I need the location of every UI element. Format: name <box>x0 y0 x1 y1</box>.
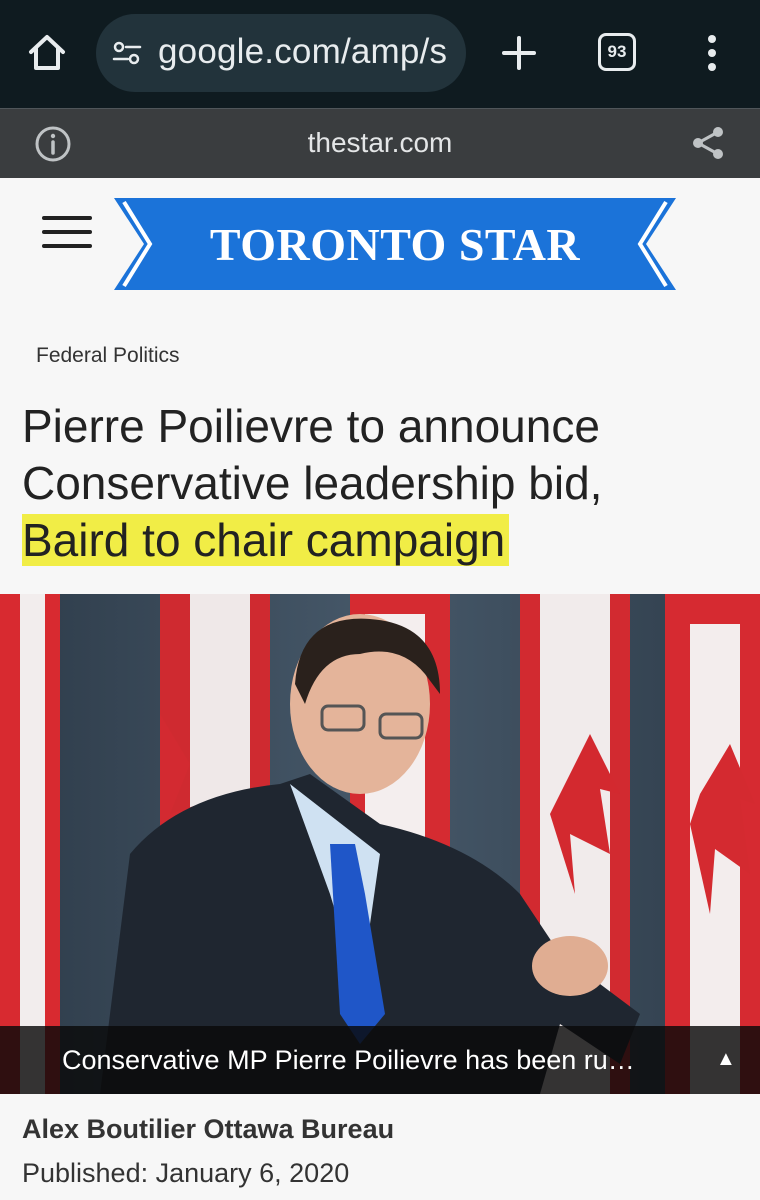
headline-line-2: Conservative leadership bid, <box>22 457 603 509</box>
home-button[interactable] <box>26 32 68 74</box>
hamburger-icon <box>42 216 92 220</box>
address-bar[interactable]: google.com/amp/s <box>96 14 466 92</box>
published-date: Published: January 6, 2020 <box>22 1158 350 1188</box>
hero-image[interactable]: Conservative MP Pierre Poilievre has bee… <box>0 594 760 1094</box>
headline-line-1: Pierre Poilievre to announce <box>22 400 600 452</box>
home-icon <box>29 35 65 70</box>
logo-text: TORONTO STAR <box>209 219 581 270</box>
article-headline: Pierre Poilievre to announce Conservativ… <box>22 398 742 569</box>
article-page: TORONTO STAR Federal Politics Pierre Poi… <box>0 178 760 1200</box>
url-text[interactable]: google.com/amp/s <box>158 32 456 72</box>
amp-site-bar: thestar.com <box>0 108 760 178</box>
section-label[interactable]: Federal Politics <box>36 344 180 368</box>
plus-icon <box>502 36 536 70</box>
caption-expand-icon[interactable]: ▲ <box>716 1048 736 1071</box>
share-icon <box>693 127 723 159</box>
browser-toolbar: google.com/amp/s 93 <box>0 0 760 108</box>
menu-button[interactable] <box>700 32 724 74</box>
site-domain: thestar.com <box>307 127 453 158</box>
nav-menu-button[interactable] <box>42 216 92 250</box>
image-caption-bar[interactable]: Conservative MP Pierre Poilievre has bee… <box>0 1026 760 1094</box>
share-button[interactable] <box>690 125 726 161</box>
headline-highlight: Baird to chair campaign <box>22 514 510 566</box>
new-tab-button[interactable] <box>498 32 540 74</box>
toronto-star-logo[interactable]: TORONTO STAR <box>114 198 676 290</box>
more-vert-icon <box>708 35 716 71</box>
tune-icon[interactable] <box>112 40 142 66</box>
author-byline[interactable]: Alex Boutilier Ottawa Bureau <box>22 1114 394 1145</box>
tab-switcher-button[interactable]: 93 <box>598 33 636 71</box>
image-caption: Conservative MP Pierre Poilievre has bee… <box>62 1045 635 1075</box>
hero-photo <box>0 594 760 1094</box>
